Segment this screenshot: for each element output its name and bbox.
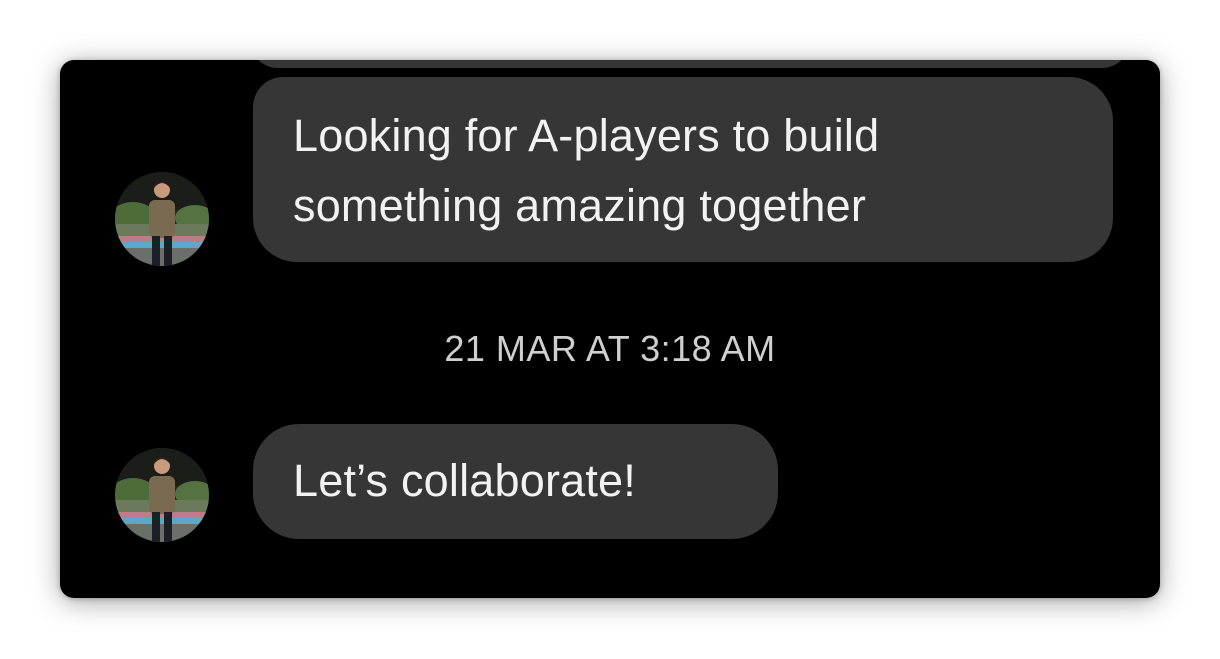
message-line: Looking for A-players to build	[293, 110, 880, 161]
profile-photo-icon	[115, 448, 209, 542]
message-timestamp: 21 MAR AT 3:18 AM	[444, 328, 776, 369]
chat-window: Looking for A-players to build something…	[60, 60, 1160, 598]
message-bubble[interactable]: Looking for A-players to build something…	[253, 77, 1113, 262]
sender-avatar[interactable]	[115, 172, 209, 266]
profile-photo-icon	[115, 172, 209, 266]
message-bubble[interactable]: Let’s collaborate!	[253, 424, 778, 539]
message-line: something amazing together	[293, 180, 867, 231]
message-line: Let’s collaborate!	[293, 455, 636, 506]
previous-message-bubble[interactable]	[250, 60, 1130, 68]
sender-avatar[interactable]	[115, 448, 209, 542]
